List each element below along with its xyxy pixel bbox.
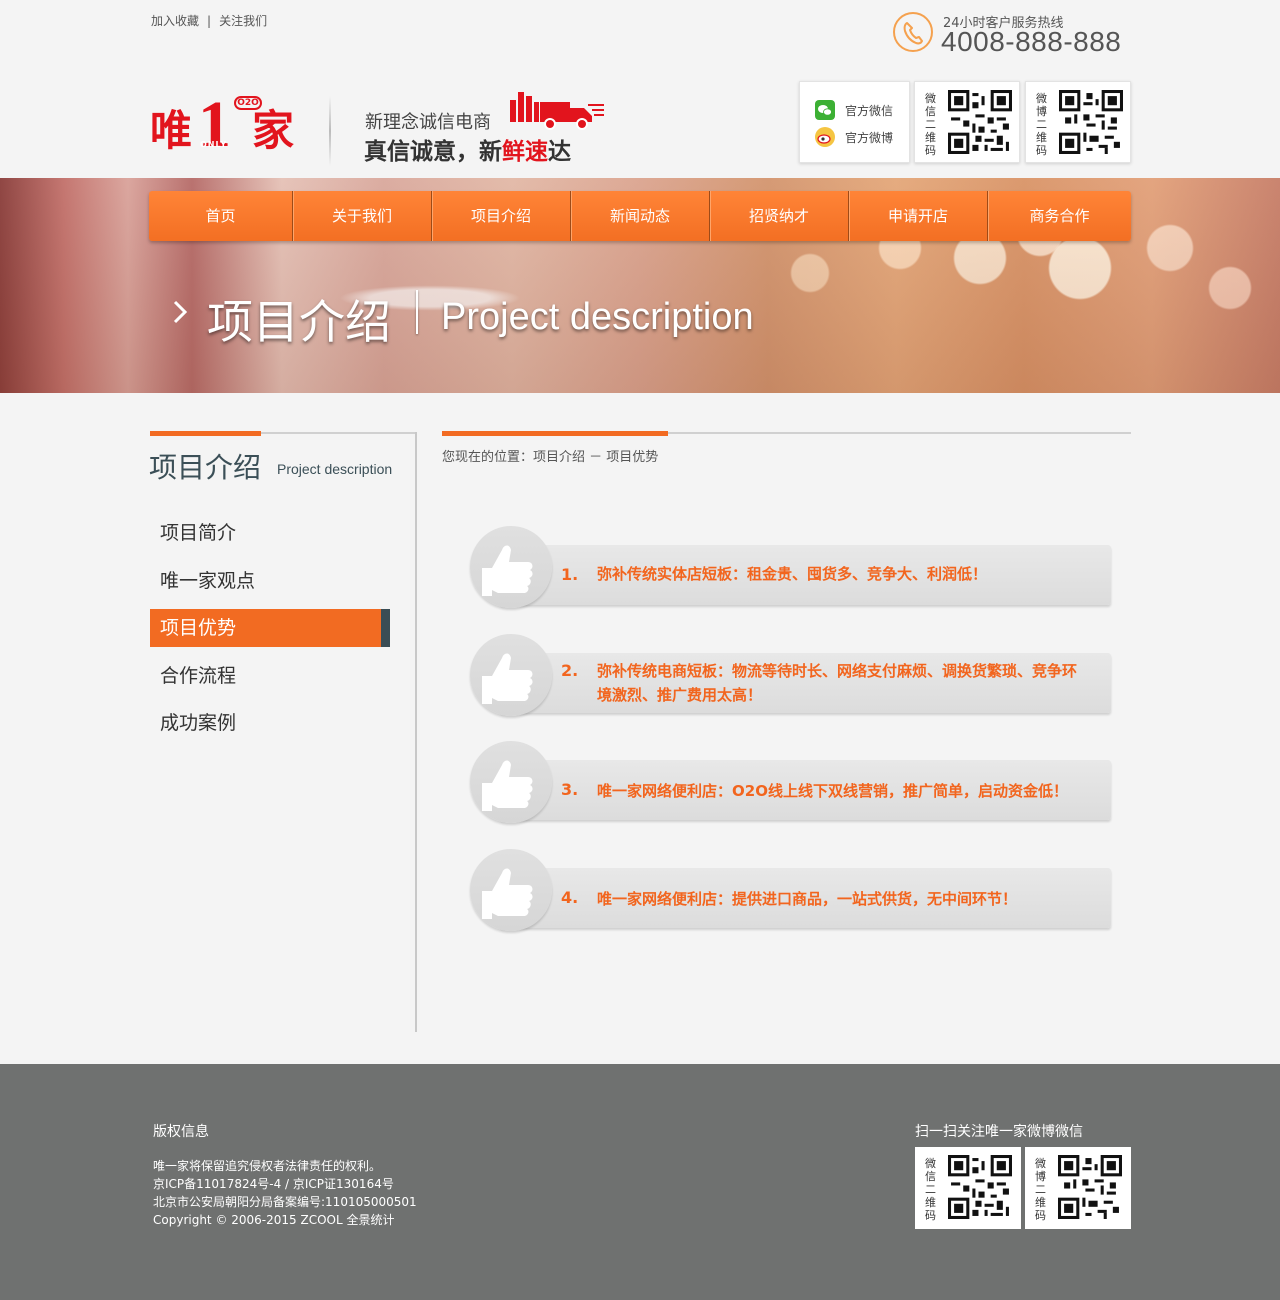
- follow-us-link[interactable]: 关注我们: [219, 12, 267, 29]
- top-links-separator: |: [207, 13, 212, 28]
- footer-line: 北京市公安局朝阳分局备案编号:110105000501: [153, 1195, 417, 1209]
- delivery-truck-icon: [508, 88, 606, 136]
- advantage-badge: [470, 741, 552, 823]
- banner-title-en: Project description: [441, 296, 754, 338]
- thumbs-up-icon: [482, 653, 533, 704]
- advantage-item: 4. 唯一家网络便利店：提供进口商品，一站式供货，无中间环节！: [470, 849, 1111, 931]
- weibo-icon: [815, 127, 835, 147]
- banner-divider: [416, 290, 418, 334]
- hotline: 24小时客户服务热线 4008-888-888: [893, 10, 1133, 60]
- weibo-qr-card: 微博二维码: [1025, 81, 1131, 163]
- advantage-item: 1. 弥补传统实体店短板：租金贵、囤货多、竞争大、利润低！: [470, 526, 1111, 608]
- sidebar-top-rule: [261, 432, 416, 434]
- hotline-number: 4008-888-888: [941, 26, 1122, 57]
- footer-line: 唯一家将保留追究侵权者法律责任的权利。: [153, 1159, 382, 1173]
- advantage-number: 4.: [561, 888, 579, 907]
- qr-code-icon: [1058, 1155, 1122, 1219]
- advantage-text: 唯一家网络便利店：提供进口商品，一站式供货，无中间环节！: [597, 890, 1018, 908]
- advantage-text: 唯一家网络便利店：O2O线上线下双线营销，推广简单，启动资金低！: [597, 782, 1068, 800]
- sidebar-item-cases[interactable]: 成功案例: [150, 704, 390, 742]
- nav-item-home[interactable]: 首页: [149, 191, 293, 241]
- nav-item-business[interactable]: 商务合作: [988, 191, 1131, 241]
- wechat-qr-card: 微信二维码: [914, 81, 1020, 163]
- advantage-badge: [470, 526, 552, 608]
- wechat-link[interactable]: 官方微信: [815, 100, 893, 120]
- advantage-number: 1.: [561, 565, 579, 584]
- slogan-line1: 新理念诚信电商: [365, 112, 491, 133]
- social-links: 官方微信 官方微博: [799, 81, 910, 163]
- footer-copyright-lines: 唯一家将保留追究侵权者法律责任的权利。 京ICP备11017824号-4 / 京…: [153, 1157, 417, 1229]
- sidebar-item-process[interactable]: 合作流程: [150, 657, 390, 695]
- advantage-text: 弥补传统电商短板：物流等待时长、网络支付麻烦、调换货繁琐、竞争环境激烈、推广费用…: [597, 662, 1078, 704]
- advantage-number: 3.: [561, 780, 579, 799]
- qr-code-icon: [948, 1155, 1012, 1219]
- sidebar-item-advantages[interactable]: 项目优势: [150, 609, 390, 647]
- sidebar-title-en: Project description: [277, 461, 393, 477]
- advantage-text: 弥补传统实体店短板：租金贵、囤货多、竞争大、利润低！: [597, 565, 988, 583]
- sidebar-accent-bar: [150, 431, 261, 436]
- top-links: 加入收藏 | 关注我们: [151, 12, 267, 29]
- slogan-line2: 真信诚意，新鲜速达: [364, 139, 571, 165]
- thumbs-up-icon: [482, 760, 533, 811]
- wechat-label: 官方微信: [845, 103, 894, 118]
- footer-copyright-title: 版权信息: [153, 1124, 209, 1140]
- footer-scan-title: 扫一扫关注唯一家微博微信: [915, 1124, 1083, 1140]
- nav-item-projects[interactable]: 项目介绍: [432, 191, 571, 241]
- logo-divider: [329, 96, 331, 166]
- footer-line: Copyright © 2006-2015 ZCOOL 全景统计: [153, 1213, 395, 1227]
- thumbs-up-icon: [482, 545, 533, 596]
- nav-item-open-store[interactable]: 申请开店: [849, 191, 988, 241]
- content-top-rule: [668, 432, 1131, 434]
- sidebar-divider: [415, 432, 417, 1032]
- sidebar-menu: 项目简介 唯一家观点 项目优势 合作流程 成功案例: [150, 514, 390, 752]
- sidebar-item-viewpoint[interactable]: 唯一家观点: [150, 562, 390, 600]
- nav-item-careers[interactable]: 招贤纳才: [710, 191, 849, 241]
- add-favorite-link[interactable]: 加入收藏: [151, 12, 199, 29]
- advantage-item: 3. 唯一家网络便利店：O2O线上线下双线营销，推广简单，启动资金低！: [470, 741, 1111, 823]
- banner-title-cn: 项目介绍: [207, 295, 391, 349]
- wechat-icon: [815, 100, 835, 120]
- logo[interactable]: 唯 1 O2O ONLY 家: [150, 92, 300, 162]
- qr-code-icon: [1059, 90, 1123, 154]
- nav-item-news[interactable]: 新闻动态: [571, 191, 710, 241]
- advantage-badge: [470, 634, 552, 716]
- thumbs-up-icon: [482, 868, 533, 919]
- qr-code-icon: [948, 90, 1012, 154]
- advantage-number: 2.: [561, 661, 579, 680]
- footer: 版权信息 唯一家将保留追究侵权者法律责任的权利。 京ICP备11017824号-…: [0, 1064, 1280, 1300]
- logo-text-left: 唯: [150, 106, 193, 155]
- main-nav: 首页 关于我们 项目介绍 新闻动态 招贤纳才 申请开店 商务合作: [149, 191, 1131, 241]
- qr-label: 微信二维码: [925, 92, 936, 157]
- breadcrumb: 您现在的位置：项目介绍 － 项目优势: [442, 450, 659, 465]
- content-accent-bar: [442, 431, 668, 436]
- qr-label: 微信二维码: [925, 1157, 936, 1222]
- footer-weibo-qr-card: 微博二维码: [1025, 1147, 1131, 1229]
- qr-label: 微博二维码: [1035, 1157, 1046, 1222]
- chevron-right-icon: [173, 300, 187, 324]
- weibo-label: 官方微博: [845, 130, 894, 145]
- weibo-link[interactable]: 官方微博: [815, 127, 893, 147]
- sidebar-item-intro[interactable]: 项目简介: [150, 514, 390, 552]
- advantage-item: 2. 弥补传统电商短板：物流等待时长、网络支付麻烦、调换货繁琐、竞争环境激烈、推…: [470, 634, 1111, 716]
- logo-sub: ONLY: [200, 140, 228, 149]
- advantage-badge: [470, 849, 552, 931]
- nav-item-about[interactable]: 关于我们: [293, 191, 432, 241]
- footer-wechat-qr-card: 微信二维码: [915, 1147, 1021, 1229]
- footer-line: 京ICP备11017824号-4 / 京ICP证130164号: [153, 1177, 394, 1191]
- sidebar-title-cn: 项目介绍: [149, 451, 262, 484]
- logo-text-right: 家: [252, 106, 295, 155]
- qr-label: 微博二维码: [1036, 92, 1047, 157]
- phone-icon: [893, 12, 933, 52]
